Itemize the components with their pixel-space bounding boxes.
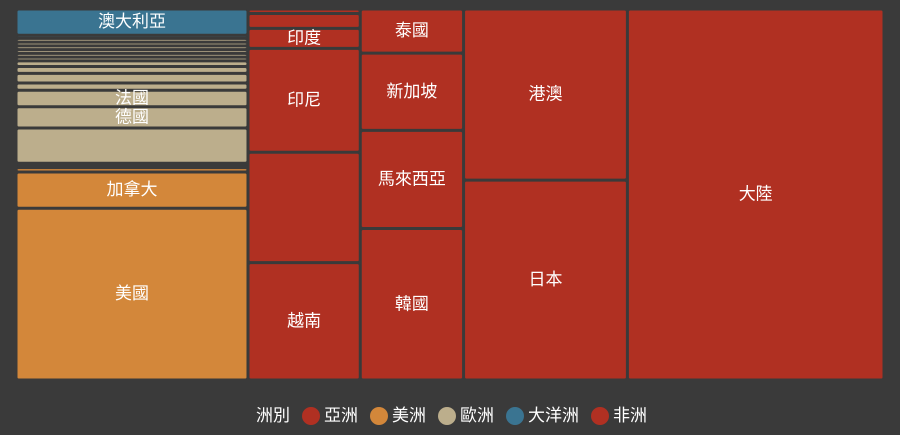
legend-items: 亞洲 美洲 歐洲 大洋洲 非洲	[302, 406, 647, 426]
treemap-tile[interactable]	[247, 9, 361, 14]
treemap-tile[interactable]	[16, 127, 248, 164]
treemap-tile[interactable]	[16, 60, 248, 67]
legend-marker[interactable]	[438, 407, 456, 425]
treemap-tile[interactable]	[16, 42, 248, 46]
legend-label[interactable]: 歐洲	[460, 406, 494, 426]
treemap-tile[interactable]	[16, 165, 248, 168]
treemap-tile-label: 法國	[115, 88, 149, 108]
treemap-tile-label: 美國	[115, 284, 149, 304]
treemap-tile-label: 日本	[528, 270, 562, 290]
treemap-tile-label: 印度	[287, 28, 321, 48]
treemap-tile[interactable]	[16, 57, 248, 61]
legend-title: 洲別	[256, 406, 290, 426]
legend-label[interactable]: 非洲	[613, 406, 647, 426]
treemap-tile-label: 越南	[287, 311, 321, 331]
treemap-tile[interactable]	[16, 49, 248, 54]
legend-label[interactable]: 亞洲	[324, 406, 358, 426]
treemap-tile[interactable]	[16, 45, 248, 50]
treemap-tile[interactable]	[16, 167, 248, 173]
treemap-tile[interactable]	[247, 152, 361, 263]
treemap-tile[interactable]	[247, 13, 361, 29]
treemap-tiles: 澳大利亞法國德國加拿大美國 印度印尼越南 泰國新加坡馬來西亞韓國 港澳日本 大陸	[16, 9, 884, 381]
treemap-tile[interactable]	[16, 38, 248, 43]
treemap-tile[interactable]	[16, 53, 248, 58]
chart-canvas: 澳大利亞 法國 德國 加拿大 美國 印度 印尼 越南 泰國 新加坡 馬來西亞 韓國 港澳 日本 大陸 洲別 …	[0, 0, 900, 435]
treemap-tile-label: 德國	[115, 107, 149, 127]
treemap-tile[interactable]	[16, 66, 248, 74]
treemap-tile-label: 大陸	[739, 185, 773, 205]
legend-label[interactable]: 美洲	[392, 406, 426, 426]
legend-marker[interactable]	[370, 407, 388, 425]
treemap-tile[interactable]	[16, 35, 248, 39]
legend-marker[interactable]	[302, 407, 320, 425]
treemap-tile-label: 馬來西亞	[378, 169, 446, 189]
treemap-tile-label: 印尼	[287, 90, 321, 110]
treemap-tile-label: 韓國	[395, 294, 429, 314]
legend-label[interactable]: 大洋洲	[528, 406, 579, 426]
treemap-tile[interactable]	[16, 163, 248, 166]
legend-marker[interactable]	[591, 407, 609, 425]
treemap-tile-label: 港澳	[528, 85, 562, 105]
treemap-tile-label: 泰國	[395, 21, 429, 41]
treemap-tile-label: 加拿大	[106, 179, 157, 200]
legend-marker[interactable]	[506, 407, 524, 425]
treemap-tile-label: 新加坡	[386, 82, 437, 102]
treemap-tile[interactable]	[16, 73, 248, 84]
treemap-tile-label: 澳大利亞	[98, 12, 166, 32]
treemap-chart: 澳大利亞法國德國加拿大美國印度印尼越南泰國新加坡馬來西亞韓國港澳日本大陸 洲別 …	[0, 0, 900, 435]
